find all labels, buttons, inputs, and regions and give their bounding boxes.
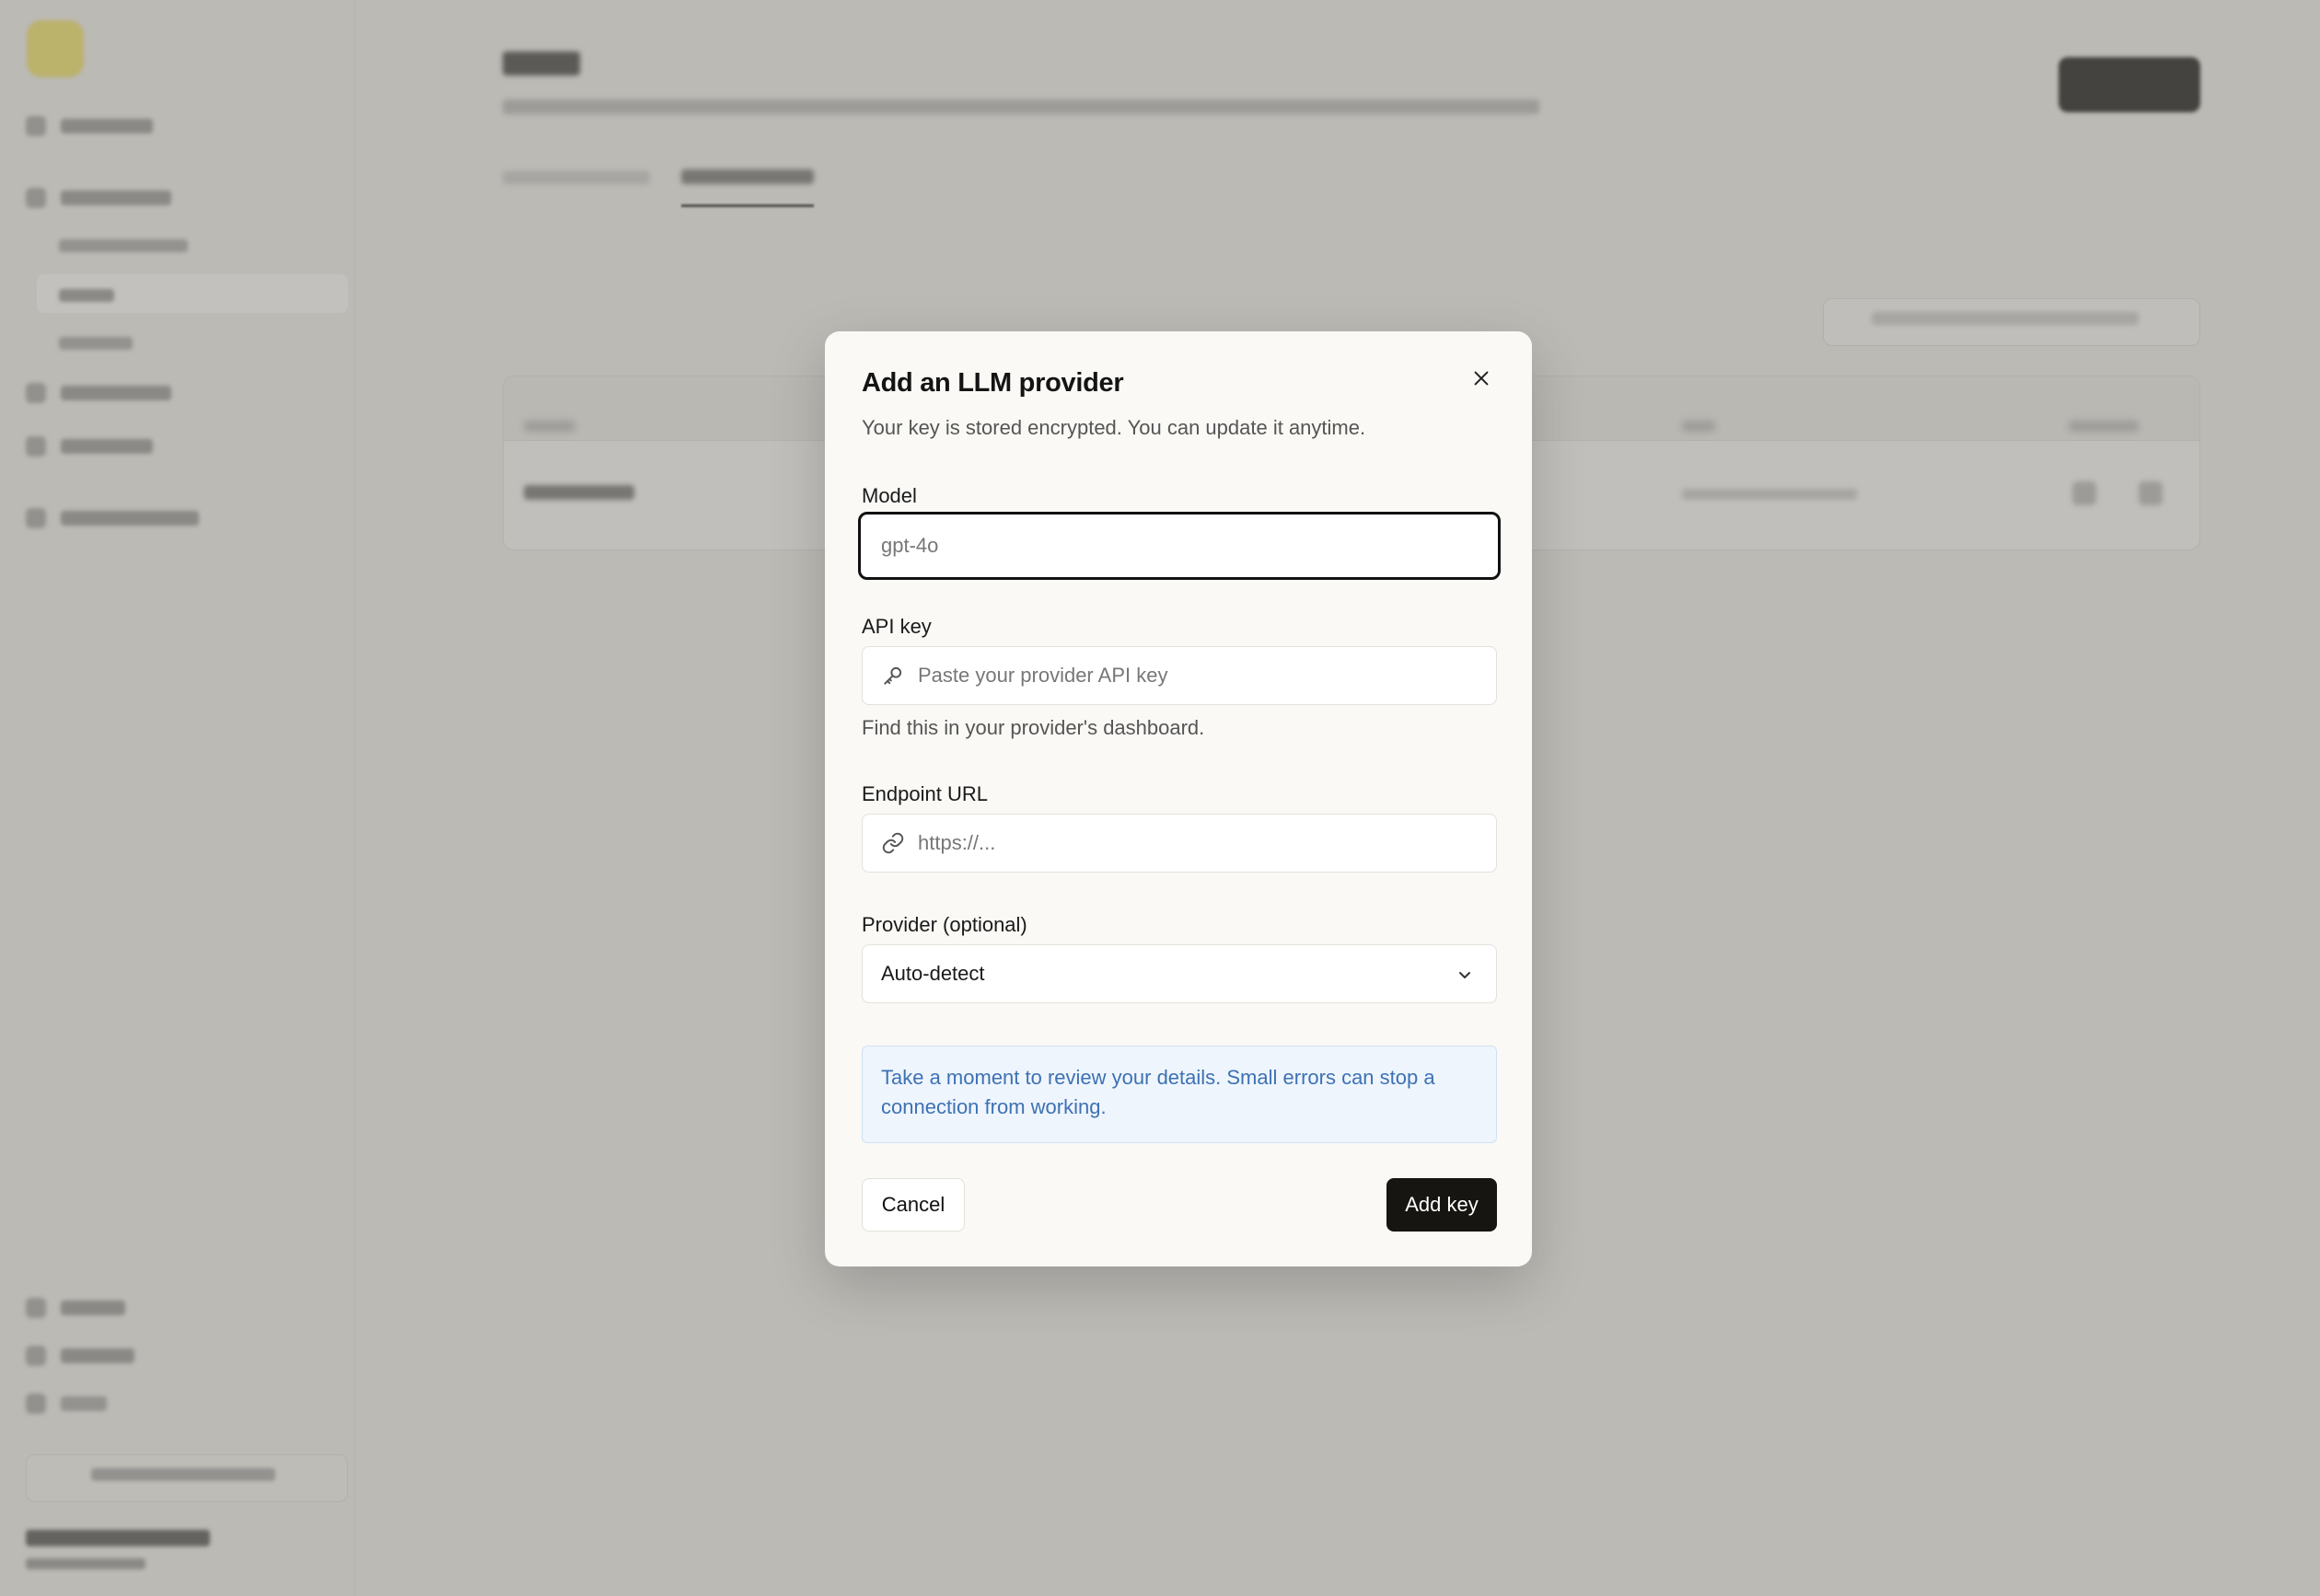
review-notice: Take a moment to review your details. Sm… [862,1046,1497,1143]
add-key-button[interactable]: Add key [1386,1178,1497,1232]
add-llm-provider-dialog: Add an LLM provider Your key is stored e… [825,331,1532,1266]
cancel-button[interactable]: Cancel [862,1178,965,1232]
api-key-label: API key [862,615,932,638]
dialog-subtitle: Your key is stored encrypted. You can up… [862,416,1366,439]
api-key-helper: Find this in your provider's dashboard. [862,716,1205,739]
model-input[interactable]: gpt-4o [858,512,1501,580]
close-button[interactable] [1464,361,1499,396]
provider-select[interactable]: Auto-detect [862,944,1497,1003]
link-icon [881,831,905,855]
endpoint-placeholder: https://... [918,831,996,854]
api-key-placeholder: Paste your provider API key [918,664,1168,687]
provider-label: Provider (optional) [862,913,1027,936]
model-placeholder: gpt-4o [881,534,939,557]
api-key-input[interactable]: Paste your provider API key [862,646,1497,705]
dialog-title: Add an LLM provider [862,368,1124,398]
app-root: Add an LLM provider Your key is stored e… [0,0,2320,1596]
key-icon [881,664,905,688]
close-icon [1474,371,1489,386]
model-label: Model [862,484,917,507]
provider-selected-value: Auto-detect [881,962,985,985]
chevron-down-icon [1454,964,1476,986]
endpoint-url-input[interactable]: https://... [862,814,1497,873]
endpoint-label: Endpoint URL [862,782,988,805]
